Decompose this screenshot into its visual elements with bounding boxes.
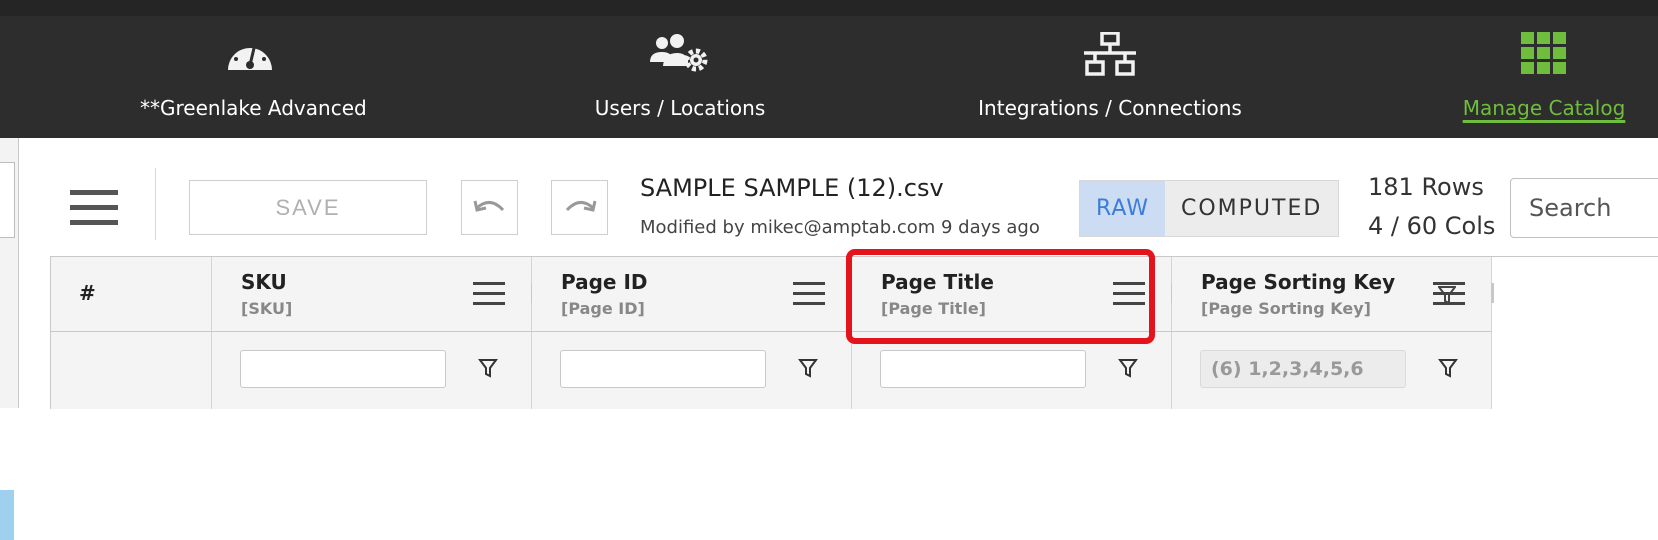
view-mode-toggle: RAW COMPUTED: [1079, 180, 1340, 237]
column-title: Page Sorting Key: [1201, 270, 1396, 294]
column-header-page-title[interactable]: Page Title [Page Title]: [852, 257, 1174, 332]
raw-view-button[interactable]: RAW: [1080, 181, 1165, 236]
filter-cell-page-id: [532, 332, 852, 409]
filter-cell-sku: [212, 332, 532, 409]
column-key: [Page Title]: [881, 299, 986, 318]
left-panel-tab[interactable]: [0, 162, 15, 238]
computed-view-button[interactable]: COMPUTED: [1165, 181, 1339, 236]
column-header-page-id[interactable]: Page ID [Page ID]: [532, 257, 854, 332]
filter-value-page-sorting-key[interactable]: (6) 1,2,3,4,5,6: [1200, 350, 1406, 388]
nav-item-greenlake-advanced[interactable]: **Greenlake Advanced: [140, 16, 367, 138]
column-count: 4 / 60 Cols: [1368, 212, 1496, 240]
nav-item-label: Integrations / Connections: [978, 96, 1242, 120]
search-input[interactable]: [1510, 178, 1658, 238]
column-title: Page Title: [881, 270, 994, 294]
column-menu-icon[interactable]: [1433, 282, 1465, 306]
speedometer-icon: [225, 32, 275, 79]
column-menu-icon[interactable]: [1113, 282, 1145, 306]
filter-cell-page-title: [852, 332, 1172, 409]
filter-cell-page-sorting-key: (6) 1,2,3,4,5,6: [1172, 332, 1492, 409]
left-panel-selected-tab[interactable]: [0, 490, 14, 540]
column-header-sku[interactable]: SKU [SKU]: [212, 257, 534, 332]
file-modified-info: Modified by mikec@amptab.com 9 days ago: [640, 217, 1040, 238]
column-key: [Page Sorting Key]: [1201, 299, 1371, 318]
top-nav: **Greenlake Advanced Users / Locations I…: [0, 16, 1658, 138]
column-key: [SKU]: [241, 299, 293, 318]
index-column-header: #: [51, 257, 212, 332]
nav-item-manage-catalog[interactable]: Manage Catalog: [1460, 16, 1628, 138]
column-title: SKU: [241, 270, 287, 294]
nav-item-label: Manage Catalog: [1462, 96, 1626, 120]
filter-row-index-cell: [51, 332, 212, 409]
nav-item-label-wrap: Manage Catalog: [1460, 96, 1628, 120]
nav-item-integrations-connections[interactable]: Integrations / Connections: [960, 16, 1260, 138]
nav-item-label: **Greenlake Advanced: [140, 96, 367, 120]
network-icon: [1081, 31, 1139, 83]
toolbar-divider: [155, 168, 156, 240]
left-panel-edge: [0, 138, 19, 540]
nav-item-label: Users / Locations: [594, 96, 766, 120]
save-button[interactable]: SAVE: [189, 180, 427, 235]
file-title: SAMPLE SAMPLE (12).csv: [640, 174, 944, 202]
column-menu-icon[interactable]: [473, 282, 505, 306]
redo-icon: [552, 196, 607, 220]
top-strip: [0, 0, 1658, 16]
filter-input-page-id[interactable]: [560, 350, 766, 388]
column-resize-handle[interactable]: [1491, 283, 1494, 303]
filter-icon[interactable]: [478, 358, 498, 382]
filter-icon[interactable]: [1118, 358, 1138, 382]
users-gear-icon: [650, 32, 710, 79]
column-key: [Page ID]: [561, 299, 645, 318]
row-count: 181 Rows: [1368, 173, 1484, 201]
undo-button[interactable]: [461, 180, 518, 235]
grid-icon: [1521, 32, 1567, 79]
column-menu-icon[interactable]: [793, 282, 825, 306]
main-menu-button[interactable]: [70, 190, 118, 226]
undo-icon: [462, 196, 517, 220]
filter-icon[interactable]: [798, 358, 818, 382]
filter-input-page-title[interactable]: [880, 350, 1086, 388]
index-header-label: #: [79, 281, 96, 305]
filter-icon[interactable]: [1438, 358, 1458, 382]
nav-item-users-locations[interactable]: Users / Locations: [570, 16, 790, 138]
filter-input-sku[interactable]: [240, 350, 446, 388]
redo-button[interactable]: [551, 180, 608, 235]
column-header-page-sorting-key[interactable]: Page Sorting Key [Page Sorting Key]: [1172, 257, 1494, 332]
column-title: Page ID: [561, 270, 648, 294]
data-grid: # SKU [SKU] Page ID [Page ID] Page Title…: [50, 256, 1658, 409]
